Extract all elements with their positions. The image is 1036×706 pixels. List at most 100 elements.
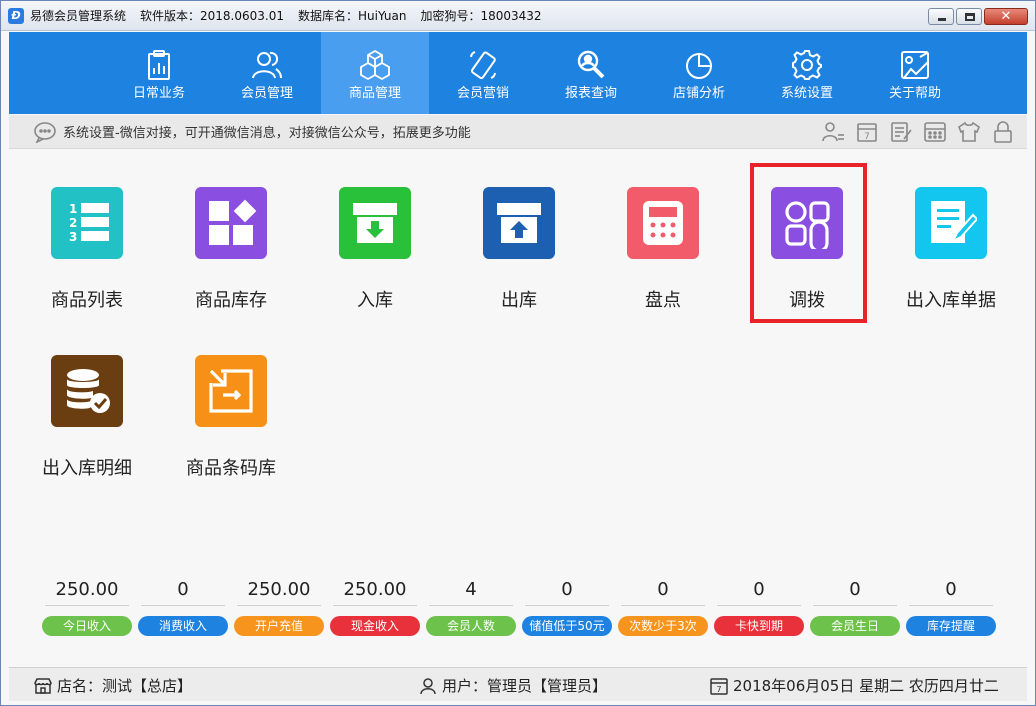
tile-stock-documents[interactable]: 出入库单据 <box>886 187 1016 312</box>
user-list-icon[interactable] <box>821 121 845 143</box>
stat-badge: 消费收入 <box>138 616 228 636</box>
stat-consumption-income[interactable]: 0 消费收入 <box>138 578 228 636</box>
stat-member-count[interactable]: 4 会员人数 <box>426 578 516 636</box>
lock-icon[interactable] <box>991 121 1015 143</box>
nav-label: 系统设置 <box>780 86 833 101</box>
tile-label: 入库 <box>357 290 393 311</box>
nav-label: 会员营销 <box>456 86 509 101</box>
tile-stocktaking[interactable]: 盘点 <box>598 187 728 312</box>
stock-in-icon <box>339 187 411 259</box>
stat-value: 4 <box>429 578 513 606</box>
minimize-button[interactable] <box>928 8 954 25</box>
stat-account-recharge[interactable]: 250.00 开户充值 <box>234 578 324 636</box>
store-icon <box>34 677 52 694</box>
stat-value: 0 <box>525 578 609 606</box>
selection-highlight <box>750 163 867 323</box>
calculator-icon[interactable] <box>923 121 947 143</box>
app-name: 易德会员管理系统 <box>30 9 127 23</box>
document-edit-icon <box>915 187 987 259</box>
tile-label: 商品库存 <box>195 290 267 311</box>
calculator-icon <box>627 187 699 259</box>
maximize-button[interactable] <box>956 8 982 25</box>
stat-value: 250.00 <box>45 578 129 606</box>
window-controls: ✕ <box>928 8 1028 25</box>
tile-product-list[interactable]: 123 商品列表 <box>22 187 152 312</box>
nav-label: 日常业务 <box>132 86 185 101</box>
stat-badge: 次数少于3次 <box>618 616 708 636</box>
tile-label: 出入库单据 <box>906 290 996 311</box>
nav-label: 报表查询 <box>564 86 617 101</box>
status-shop: 店名：测试【总店】 <box>33 675 192 696</box>
list-icon: 123 <box>51 187 123 259</box>
tile-stock-out[interactable]: 出库 <box>454 187 584 312</box>
tile-stock-details[interactable]: 出入库明细 <box>22 355 152 480</box>
nav-product-management[interactable]: 商品管理 <box>321 32 429 114</box>
clipboard-chart-icon <box>143 49 175 81</box>
stat-value: 0 <box>141 578 225 606</box>
close-button[interactable]: ✕ <box>984 8 1028 25</box>
tile-product-inventory[interactable]: 商品库存 <box>166 187 296 312</box>
calendar-icon[interactable]: 7 <box>855 121 879 143</box>
search-person-icon <box>575 49 607 81</box>
gear-icon <box>791 49 823 81</box>
calendar-icon: 7 <box>710 677 728 695</box>
stat-value: 0 <box>813 578 897 606</box>
stat-value: 0 <box>909 578 993 606</box>
tile-label: 盘点 <box>645 290 681 311</box>
stat-card-expiring[interactable]: 0 卡快到期 <box>714 578 804 636</box>
inventory-icon <box>195 187 267 259</box>
svg-text:7: 7 <box>716 685 721 694</box>
tile-label: 出入库明细 <box>42 458 132 479</box>
database-name: 数据库名：HuiYuan <box>298 9 407 23</box>
info-bar: 系统设置-微信对接，可开通微信消息，对接微信公众号，拓展更多功能 7 <box>9 115 1027 149</box>
nav-label: 商品管理 <box>348 86 401 101</box>
barcode-library-icon <box>195 355 267 427</box>
tile-label: 出库 <box>501 290 537 311</box>
stat-badge: 开户充值 <box>234 616 324 636</box>
title-bar: Ð 易德会员管理系统 软件版本：2018.0603.01 数据库名：HuiYua… <box>1 1 1035 31</box>
stat-badge: 库存提醒 <box>906 616 996 636</box>
minimize-icon <box>938 18 946 21</box>
user-name: 用户：管理员【管理员】 <box>442 677 608 695</box>
stat-member-birthday[interactable]: 0 会员生日 <box>810 578 900 636</box>
tile-label: 商品条码库 <box>186 458 276 479</box>
stat-badge: 现金收入 <box>330 616 420 636</box>
nav-about-help[interactable]: 关于帮助 <box>861 32 969 114</box>
nav-store-analysis[interactable]: 店铺分析 <box>645 32 753 114</box>
stat-value: 250.00 <box>237 578 321 606</box>
main-nav: 日常业务 会员管理 商品管理 会员营销 报表查询 店铺分析 系统设置 关于帮助 <box>9 32 1027 114</box>
stat-value: 0 <box>621 578 705 606</box>
app-logo-icon: Ð <box>8 7 24 24</box>
stat-badge: 今日收入 <box>42 616 132 636</box>
phone-icon <box>467 49 499 81</box>
nav-member-management[interactable]: 会员管理 <box>213 32 321 114</box>
software-version: 软件版本：2018.0603.01 <box>140 9 284 23</box>
nav-system-settings[interactable]: 系统设置 <box>753 32 861 114</box>
stock-out-icon <box>483 187 555 259</box>
app-window: Ð 易德会员管理系统 软件版本：2018.0603.01 数据库名：HuiYua… <box>0 0 1036 706</box>
stat-low-visits[interactable]: 0 次数少于3次 <box>618 578 708 636</box>
nav-report-query[interactable]: 报表查询 <box>537 32 645 114</box>
maximize-icon <box>965 13 975 21</box>
stat-stock-alert[interactable]: 0 库存提醒 <box>906 578 996 636</box>
shirt-icon[interactable] <box>957 121 981 143</box>
pie-chart-icon <box>683 49 715 81</box>
current-date: 2018年06月05日 星期二 农历四月廿二 <box>733 677 999 695</box>
quick-tools: 7 <box>821 121 1015 143</box>
svg-text:1: 1 <box>69 202 77 216</box>
nav-daily-business[interactable]: 日常业务 <box>105 32 213 114</box>
stat-today-income[interactable]: 250.00 今日收入 <box>42 578 132 636</box>
edit-list-icon[interactable] <box>889 121 913 143</box>
status-bar: 店名：测试【总店】 用户：管理员【管理员】 7 2018年06月05日 星期二 … <box>9 667 1027 701</box>
tile-stock-in[interactable]: 入库 <box>310 187 440 312</box>
chat-bubble-icon <box>33 121 57 144</box>
nav-label: 会员管理 <box>240 86 293 101</box>
stat-low-balance[interactable]: 0 储值低于50元 <box>522 578 612 636</box>
shop-name: 店名：测试【总店】 <box>57 677 193 695</box>
help-icon <box>899 49 931 81</box>
database-check-icon <box>51 355 123 427</box>
tile-barcode-library[interactable]: 商品条码库 <box>166 355 296 480</box>
stat-cash-income[interactable]: 250.00 现金收入 <box>330 578 420 636</box>
stat-value: 0 <box>717 578 801 606</box>
nav-member-marketing[interactable]: 会员营销 <box>429 32 537 114</box>
